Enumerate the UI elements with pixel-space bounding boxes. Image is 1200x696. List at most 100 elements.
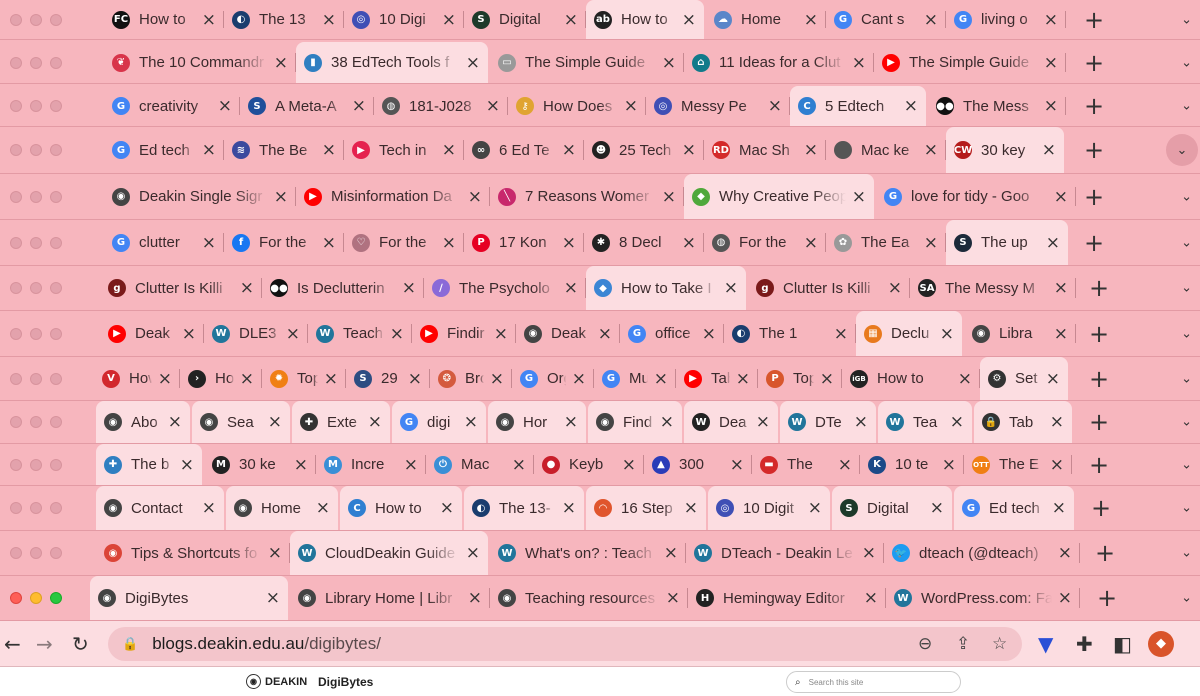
browser-tab[interactable]: ◐ The 13 ×	[224, 0, 344, 39]
browser-tab[interactable]: G Ed tech ×	[104, 127, 224, 173]
close-tab-icon[interactable]: ×	[182, 324, 196, 344]
close-tab-icon[interactable]: ×	[404, 455, 418, 475]
minimize-window-button[interactable]	[30, 236, 42, 249]
reload-icon[interactable]: ↻	[72, 632, 89, 656]
browser-tab[interactable]: CW 30 key ×	[946, 127, 1064, 173]
tab-search-chevron-icon[interactable]: ⌄	[1181, 457, 1192, 472]
browser-tab[interactable]: ▶ Findir ×	[412, 311, 516, 356]
close-tab-icon[interactable]: ×	[1054, 324, 1068, 344]
close-tab-icon[interactable]: ×	[322, 10, 336, 30]
close-tab-icon[interactable]: ×	[664, 543, 678, 563]
close-tab-icon[interactable]: ×	[864, 588, 878, 608]
vpn-extension-icon[interactable]: ▼	[1038, 632, 1053, 656]
bookmark-star-icon[interactable]: ☆	[992, 634, 1007, 654]
browser-tab[interactable]: ◐ The 13- ×	[464, 486, 584, 530]
close-tab-icon[interactable]: ×	[684, 498, 698, 518]
close-tab-icon[interactable]: ×	[666, 588, 680, 608]
close-tab-icon[interactable]: ×	[924, 10, 938, 30]
back-icon[interactable]: ←	[4, 632, 21, 656]
close-tab-icon[interactable]: ×	[1044, 96, 1058, 116]
new-tab-plus-icon[interactable]: +	[1083, 183, 1105, 211]
browser-tab[interactable]: ●● The Mess ×	[928, 86, 1066, 126]
close-tab-icon[interactable]: ×	[180, 455, 194, 475]
browser-tab[interactable]: ⚙ Set ×	[980, 357, 1068, 400]
minimize-window-button[interactable]	[30, 100, 42, 112]
close-tab-icon[interactable]: ×	[464, 412, 478, 432]
browser-tab[interactable]: ◉ Libra ×	[964, 311, 1076, 356]
zoom-window-button[interactable]	[50, 592, 62, 604]
browser-tab[interactable]: ◉ Teaching resources ×	[490, 576, 688, 620]
zoom-window-button[interactable]	[50, 236, 62, 249]
browser-tab[interactable]: W Teach ×	[308, 311, 412, 356]
zoom-window-button[interactable]	[50, 190, 62, 203]
tab-search-chevron-icon[interactable]: ⌄	[1181, 281, 1192, 296]
browser-tab[interactable]: ⏻ Mac ×	[426, 444, 534, 485]
new-tab-plus-icon[interactable]: +	[1083, 136, 1105, 164]
browser-tab[interactable]: W DTeach - Deakin Le ×	[686, 531, 884, 575]
browser-tab[interactable]: g Clutter Is Killi ×	[100, 266, 262, 310]
browser-tab[interactable]: ◉ Sea ×	[192, 401, 290, 443]
close-tab-icon[interactable]: ×	[662, 53, 676, 73]
site-search-input[interactable]: ⌕ Search this site	[786, 671, 961, 693]
new-tab-plus-icon[interactable]: +	[1094, 539, 1116, 567]
zoom-window-button[interactable]	[50, 502, 62, 514]
close-tab-icon[interactable]: ×	[804, 10, 818, 30]
new-tab-plus-icon[interactable]: +	[1083, 92, 1105, 120]
close-tab-icon[interactable]: ×	[804, 233, 818, 253]
minimize-window-button[interactable]	[30, 327, 42, 340]
close-tab-icon[interactable]: ×	[1050, 412, 1064, 432]
browser-tab[interactable]: Glove for tidy - Goo ×	[876, 174, 1076, 219]
close-tab-icon[interactable]: ×	[440, 498, 454, 518]
close-tab-icon[interactable]: ×	[950, 412, 964, 432]
deakin-logo[interactable]: ◉ DEAKIN	[246, 674, 307, 689]
browser-tab[interactable]: S Digital ×	[832, 486, 952, 530]
browser-tab[interactable]: S The up ×	[946, 220, 1068, 265]
browser-tab[interactable]: M Incre ×	[316, 444, 426, 485]
close-tab-icon[interactable]: ×	[724, 278, 738, 298]
minimize-window-button[interactable]	[30, 502, 42, 514]
browser-tab[interactable]: ▶ Misinformation Da ×	[296, 174, 490, 219]
tab-search-chevron-icon[interactable]: ⌄	[1181, 189, 1192, 204]
close-tab-icon[interactable]: ×	[466, 543, 480, 563]
browser-tab[interactable]: ⌂ 11 Ideas for a Clut ×	[684, 42, 874, 83]
close-tab-icon[interactable]: ×	[274, 53, 288, 73]
browser-tab[interactable]: iGB How to ×	[842, 357, 980, 400]
browser-tab[interactable]: ☁ Home ×	[706, 0, 826, 39]
close-tab-icon[interactable]: ×	[1054, 278, 1068, 298]
close-tab-icon[interactable]: ×	[662, 187, 676, 207]
browser-tab[interactable]: ╲ 7 Reasons Womer ×	[490, 174, 684, 219]
browser-tab[interactable]: ◐ The 1 ×	[724, 311, 856, 356]
site-name-link[interactable]: DigiBytes	[318, 675, 373, 689]
minimize-window-button[interactable]	[30, 13, 42, 26]
browser-tab[interactable]: W What's on? : Teach ×	[490, 531, 686, 575]
close-tab-icon[interactable]: ×	[1044, 53, 1058, 73]
close-tab-icon[interactable]: ×	[862, 543, 876, 563]
close-tab-icon[interactable]: ×	[352, 96, 366, 116]
close-tab-icon[interactable]: ×	[924, 233, 938, 253]
browser-tab[interactable]: C How to ×	[340, 486, 462, 530]
close-tab-icon[interactable]: ×	[168, 412, 182, 432]
new-tab-plus-icon[interactable]: +	[1096, 584, 1118, 612]
close-tab-icon[interactable]: ×	[316, 498, 330, 518]
browser-tab[interactable]: ◆ How to Take I ×	[586, 266, 746, 310]
minimize-window-button[interactable]	[30, 416, 42, 428]
browser-tab[interactable]: P 17 Kon ×	[464, 220, 584, 265]
url-text[interactable]: blogs.deakin.edu.au/digibytes/	[152, 634, 381, 654]
close-window-button[interactable]	[10, 502, 22, 514]
browser-tab[interactable]: ◉ Contact ×	[96, 486, 224, 530]
browser-tab[interactable]: ◠ 16 Step ×	[586, 486, 706, 530]
close-window-button[interactable]	[10, 372, 22, 385]
close-tab-icon[interactable]: ×	[218, 96, 232, 116]
browser-tab[interactable]: ● Keyb ×	[534, 444, 644, 485]
new-tab-plus-icon[interactable]: +	[1083, 229, 1105, 257]
close-tab-icon[interactable]: ×	[756, 412, 770, 432]
zoom-window-button[interactable]	[50, 458, 62, 471]
close-tab-icon[interactable]: ×	[838, 455, 852, 475]
new-tab-plus-icon[interactable]: +	[1090, 494, 1112, 522]
close-tab-icon[interactable]: ×	[820, 369, 834, 389]
browser-tab[interactable]: ▶ Tech in ×	[344, 127, 464, 173]
profile-avatar-icon[interactable]: ◆	[1148, 630, 1174, 657]
tab-search-chevron-icon[interactable]: ⌄	[1181, 235, 1192, 250]
close-tab-icon[interactable]: ×	[158, 369, 172, 389]
close-tab-icon[interactable]: ×	[730, 455, 744, 475]
